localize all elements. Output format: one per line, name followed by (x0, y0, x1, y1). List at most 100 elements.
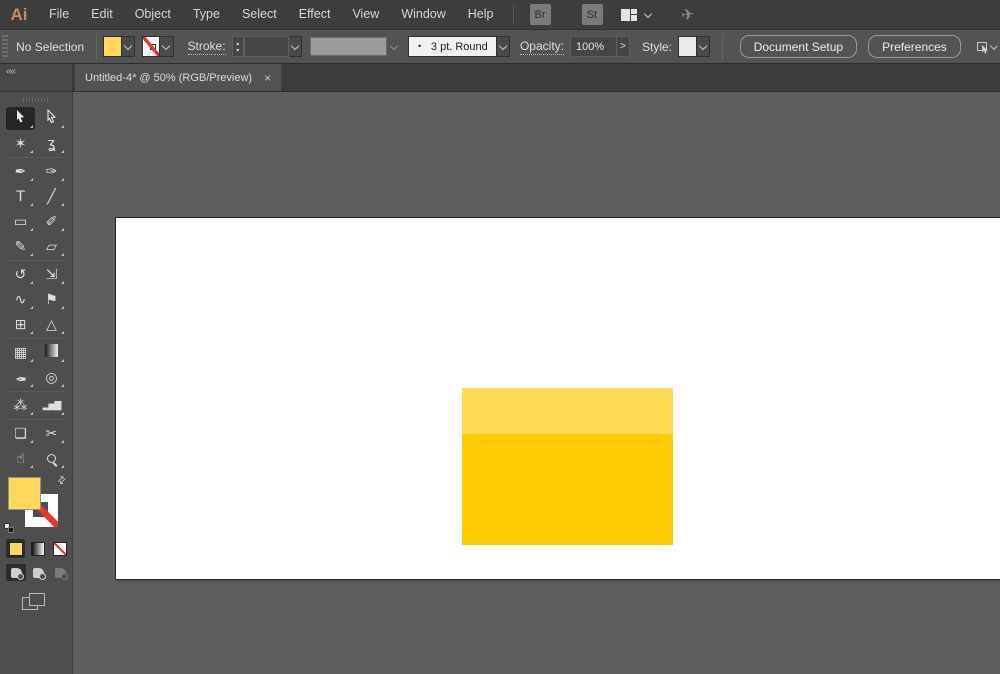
canvas-area[interactable] (73, 92, 1000, 674)
draw-normal-button[interactable] (6, 564, 26, 581)
document-setup-button[interactable]: Document Setup (740, 35, 857, 58)
preferences-button[interactable]: Preferences (868, 35, 961, 58)
arrange-documents-chevron-icon[interactable] (643, 9, 651, 17)
fill-proxy-swatch[interactable] (8, 477, 41, 510)
shaper-tool-icon: ✎ (15, 239, 27, 255)
opacity-label[interactable]: Opacity: (520, 39, 564, 55)
tool-row: ▦ (0, 340, 72, 365)
stroke-width-stepper[interactable]: ▴▾ (232, 36, 244, 57)
rotate-tool[interactable]: ↺ (6, 263, 35, 286)
tool-row: ▭✐ (0, 209, 72, 234)
arrange-documents-icon[interactable] (621, 9, 637, 21)
bridge-button[interactable]: Br (530, 4, 551, 25)
default-fill-stroke-icon[interactable] (4, 523, 14, 533)
stroke-color-dropdown[interactable] (160, 36, 173, 57)
brush-definition-dropdown[interactable]: • 3 pt. Round (408, 36, 497, 57)
puppet-warp-tool[interactable]: ⚑ (37, 288, 66, 311)
gradient-tool[interactable] (37, 341, 66, 364)
eraser-tool[interactable]: ▱ (37, 235, 66, 258)
fill-color-swatch[interactable] (103, 36, 122, 57)
menu-view[interactable]: View (341, 0, 390, 29)
magic-wand-tool-icon: ✶ (15, 136, 27, 152)
menubar-divider (513, 6, 514, 24)
toolbar-collapse-button[interactable]: «« (0, 64, 73, 91)
slice-tool[interactable]: ✂ (37, 422, 66, 445)
stroke-label[interactable]: Stroke: (188, 39, 226, 55)
shaper-tool[interactable]: ✎ (6, 235, 35, 258)
shape-builder-tool[interactable]: ⊞ (6, 313, 35, 336)
direct-selection-tool[interactable] (37, 107, 66, 130)
perspective-grid-tool[interactable]: △ (37, 313, 66, 336)
change-screen-mode-button[interactable] (22, 593, 48, 613)
scale-tool[interactable]: ⇲ (37, 263, 66, 286)
swap-fill-stroke-icon[interactable]: ⇄ (55, 474, 69, 488)
tab-close-icon[interactable]: × (264, 71, 271, 85)
graphic-style-dropdown[interactable] (697, 36, 710, 57)
graphic-style-swatch[interactable] (678, 36, 697, 57)
menu-type[interactable]: Type (182, 0, 231, 29)
scale-tool-icon: ⇲ (46, 267, 58, 283)
blend-tool[interactable]: ◎ (37, 366, 66, 389)
brush-definition-chevron-icon[interactable] (497, 36, 510, 57)
eyedropper-tool[interactable]: ✒ (6, 366, 35, 389)
paintbrush-tool[interactable]: ✐ (37, 210, 66, 233)
yellow-rectangle-object[interactable] (462, 388, 673, 545)
menu-select[interactable]: Select (231, 0, 288, 29)
opacity-expand-button[interactable]: > (617, 36, 630, 57)
flyout-indicator-icon (61, 203, 64, 206)
menu-file[interactable]: File (38, 0, 80, 29)
flyout-indicator-icon (30, 331, 33, 334)
gpu-performance-icon[interactable]: ✈ (679, 4, 695, 25)
pen-tool[interactable]: ✒ (6, 160, 35, 183)
tool-row: ❏✂ (0, 421, 72, 446)
symbol-sprayer-tool-icon: ⁂ (14, 398, 28, 414)
selection-status: No Selection (16, 40, 84, 54)
artboard[interactable] (115, 217, 1000, 580)
line-segment-tool[interactable]: ╱ (37, 185, 66, 208)
draw-behind-button[interactable] (28, 564, 48, 581)
rectangle-top-band[interactable] (462, 388, 673, 434)
zoom-tool[interactable] (37, 447, 66, 470)
divider (722, 34, 723, 60)
hand-tool[interactable]: ☝ (6, 447, 35, 470)
stroke-color-swatch[interactable] (142, 36, 161, 57)
curvature-tool[interactable]: ✑ (37, 160, 66, 183)
rectangle-tool[interactable]: ▭ (6, 210, 35, 233)
width-tool[interactable]: ∿ (6, 288, 35, 311)
rectangle-bottom-band[interactable] (462, 434, 673, 545)
stroke-width-field[interactable] (244, 36, 289, 57)
control-bar-grip[interactable] (2, 35, 8, 59)
column-graph-tool[interactable]: ▂▅▇ (37, 394, 66, 417)
variable-width-profile-dropdown[interactable] (310, 37, 387, 56)
menu-effect[interactable]: Effect (288, 0, 342, 29)
document-tab[interactable]: Untitled-4* @ 50% (RGB/Preview) × (75, 64, 281, 91)
stock-button[interactable]: St (582, 4, 603, 25)
fill-color-dropdown[interactable] (122, 36, 135, 57)
opacity-field[interactable]: 100% (570, 36, 617, 57)
menu-edit[interactable]: Edit (80, 0, 124, 29)
puppet-warp-tool-icon: ⚑ (45, 292, 58, 308)
color-button[interactable] (6, 539, 25, 558)
menu-object[interactable]: Object (124, 0, 182, 29)
mesh-tool[interactable]: ▦ (6, 341, 35, 364)
brush-definition-value: 3 pt. Round (431, 41, 488, 53)
tools-panel-grip[interactable] (0, 92, 72, 106)
select-similar-dropdown[interactable] (989, 41, 997, 49)
none-button[interactable] (50, 539, 69, 558)
artboard-tool[interactable]: ❏ (6, 422, 35, 445)
tool-row: ✎▱ (0, 234, 72, 259)
magic-wand-tool[interactable]: ✶ (6, 132, 35, 155)
select-similar-icon[interactable] (977, 42, 987, 51)
type-tool[interactable]: T (6, 185, 35, 208)
gradient-button[interactable] (28, 539, 47, 558)
flyout-indicator-icon (30, 359, 33, 362)
symbol-sprayer-tool[interactable]: ⁂ (6, 394, 35, 417)
menu-window[interactable]: Window (390, 0, 456, 29)
tool-row: ⁂ ▂▅▇ (0, 393, 72, 418)
selection-tool[interactable] (6, 107, 35, 130)
blend-tool-icon: ◎ (45, 370, 57, 386)
menu-help[interactable]: Help (457, 0, 505, 29)
stroke-width-dropdown[interactable] (289, 36, 302, 57)
lasso-tool[interactable]: ʓ (37, 132, 66, 155)
flyout-indicator-icon (61, 465, 64, 468)
